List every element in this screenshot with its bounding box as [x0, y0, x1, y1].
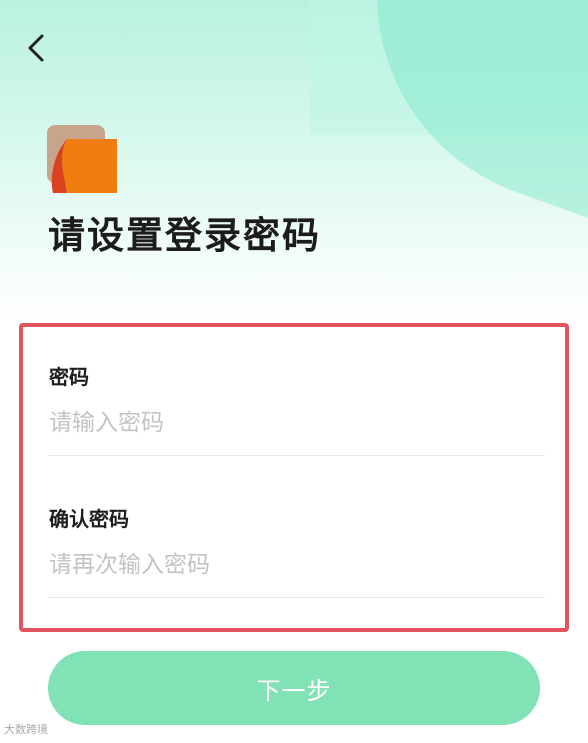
app-logo-icon	[47, 125, 119, 193]
confirm-password-input[interactable]	[49, 543, 543, 587]
back-button[interactable]	[18, 28, 58, 68]
watermark: 大数跨境	[4, 723, 48, 736]
next-step-button[interactable]: 下一步	[48, 651, 540, 725]
password-label: 密码	[49, 365, 89, 389]
password-input[interactable]	[49, 401, 543, 445]
divider	[49, 455, 545, 456]
confirm-password-label: 确认密码	[49, 507, 129, 531]
chevron-left-icon	[28, 34, 44, 62]
password-form: 密码 确认密码	[19, 323, 569, 632]
page-title: 请设置登录密码	[48, 214, 321, 257]
divider	[49, 597, 545, 598]
